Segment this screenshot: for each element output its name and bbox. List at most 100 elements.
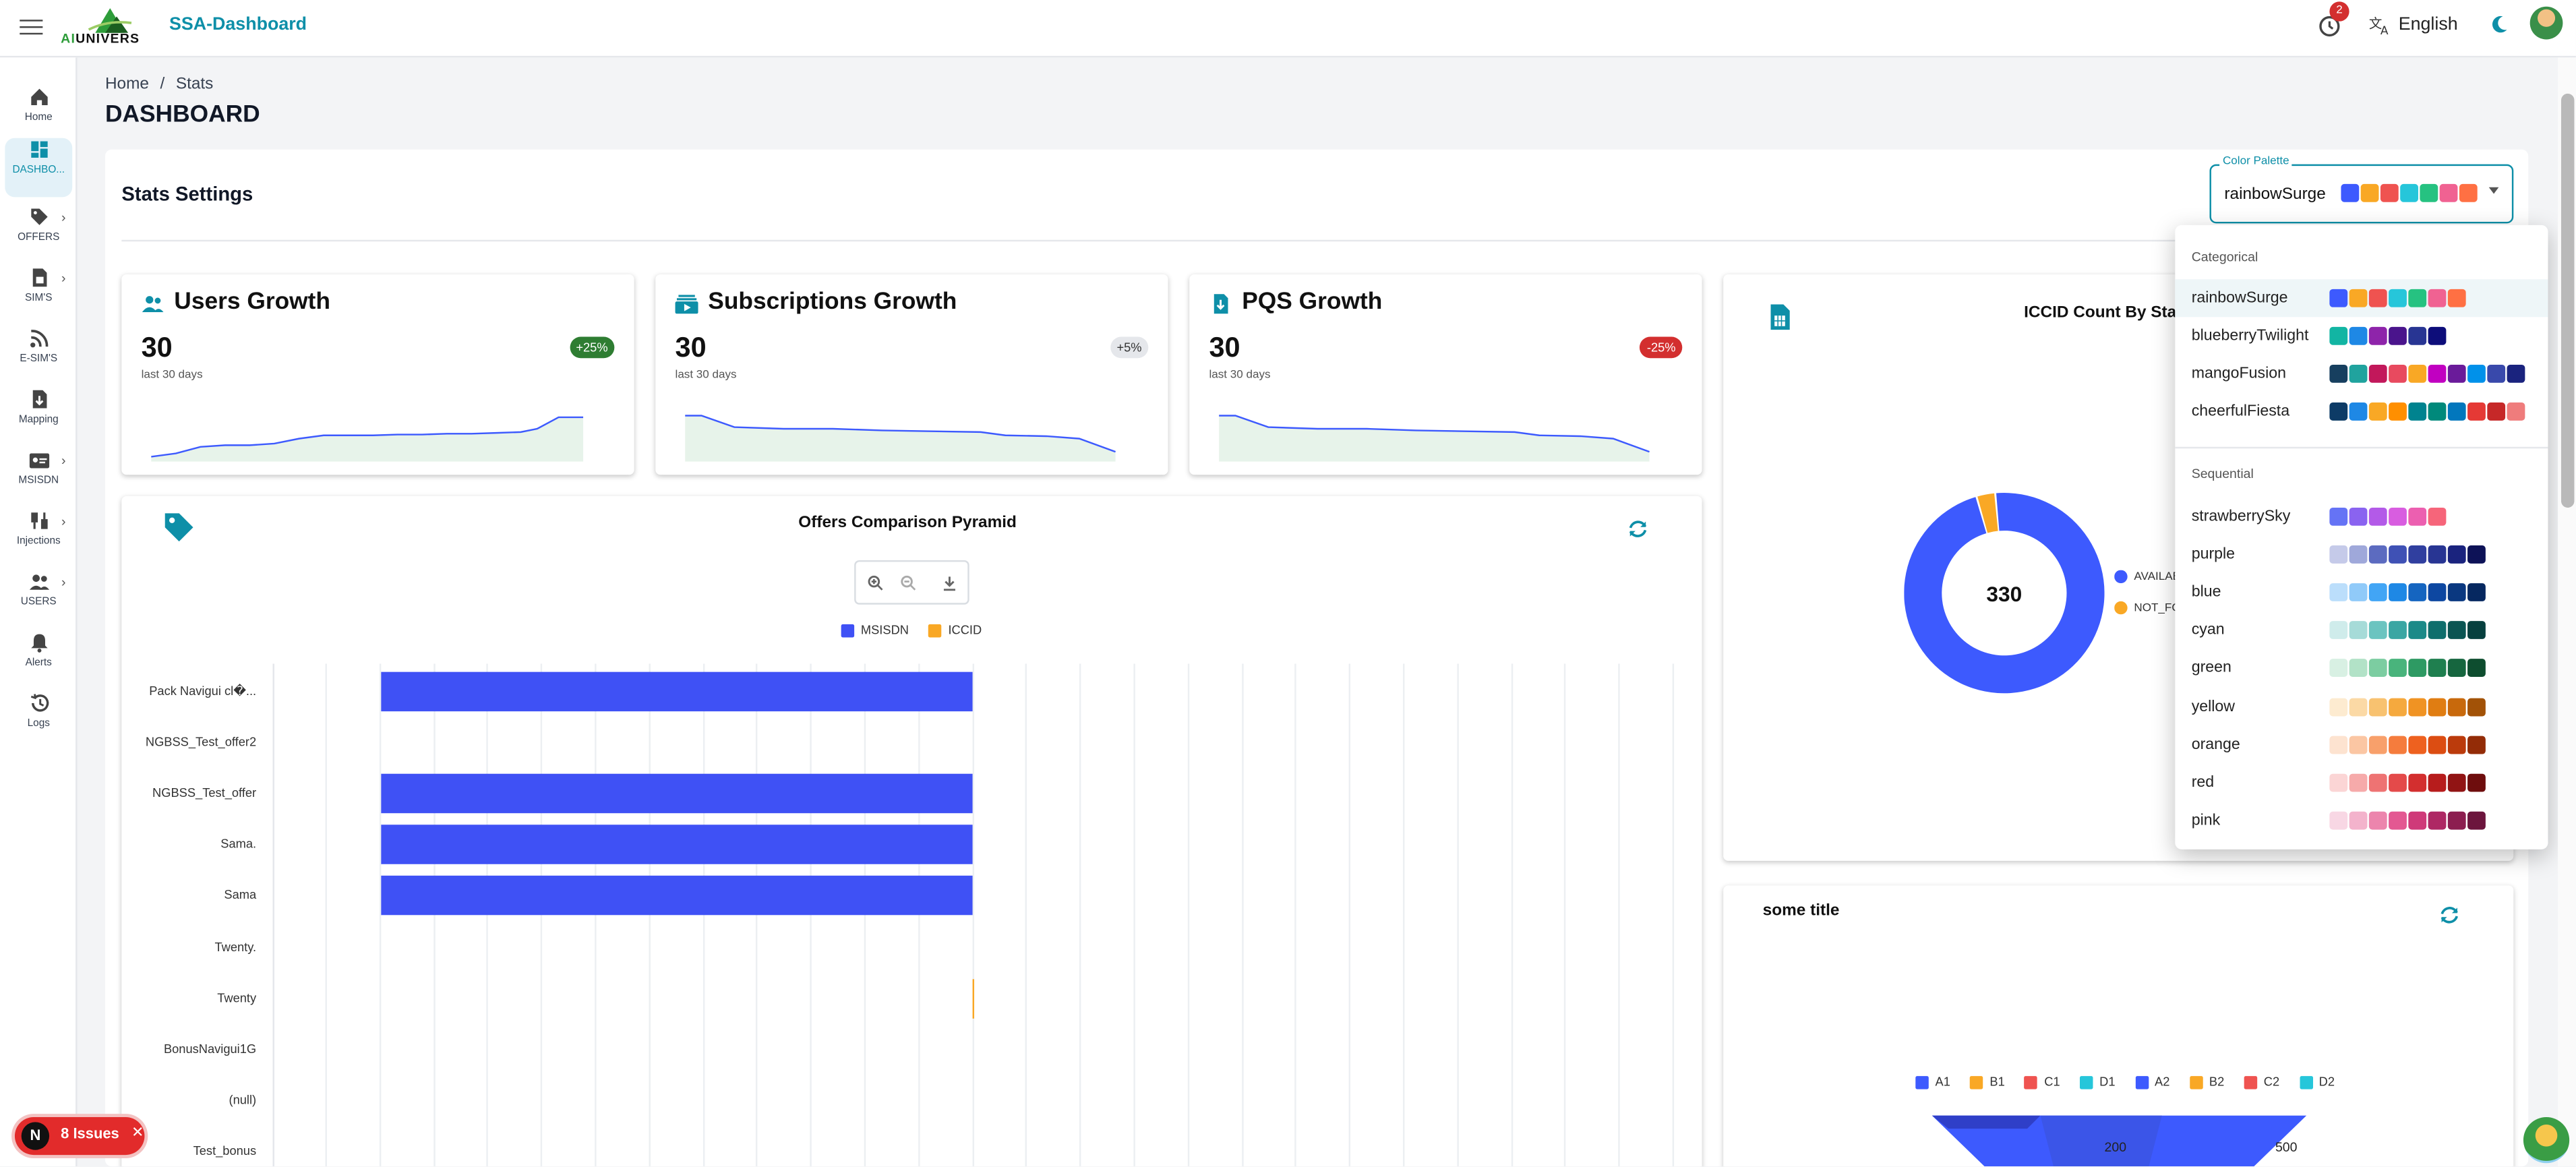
refresh-icon[interactable]: [2438, 903, 2461, 926]
dark-mode-icon[interactable]: [2487, 13, 2510, 36]
menu-toggle-icon[interactable]: [20, 15, 43, 38]
stat-period: last 30 days: [141, 369, 203, 382]
page-scrollbar[interactable]: [2560, 93, 2575, 508]
palette-option-cyan[interactable]: cyan: [2175, 611, 2548, 649]
caret-down-icon[interactable]: [2488, 187, 2499, 194]
color-swatch: [2368, 327, 2387, 345]
sidebar-item-injections[interactable]: › Injections: [0, 509, 78, 568]
sidebar-item-sims[interactable]: › SIM'S: [0, 266, 78, 326]
palette-option-mangoFusion[interactable]: mangoFusion: [2175, 355, 2548, 393]
sidebar-item-logs[interactable]: Logs: [0, 692, 78, 751]
color-swatch: [2408, 735, 2427, 754]
sidebar-item-dashboard[interactable]: DASHBO...: [5, 138, 73, 198]
palette-option-blueberryTwilight[interactable]: blueberryTwilight: [2175, 318, 2548, 355]
breadcrumb-current: Stats: [175, 76, 214, 94]
legend-label[interactable]: D2: [2319, 1075, 2335, 1089]
stat-title: Users Growth: [174, 289, 331, 316]
sidebar-item-label: Mapping: [18, 414, 59, 426]
palette-option-swatches: [2329, 365, 2525, 384]
color-swatch: [2349, 545, 2368, 564]
color-swatch: [2389, 735, 2407, 754]
legend-label[interactable]: D1: [2099, 1075, 2115, 1089]
breadcrumb-home-link[interactable]: Home: [105, 76, 149, 94]
legend-label[interactable]: A1: [1936, 1075, 1950, 1089]
color-swatch: [2408, 327, 2427, 345]
palette-option-purple[interactable]: purple: [2175, 536, 2548, 574]
palette-option-green[interactable]: green: [2175, 649, 2548, 687]
subscriptions-icon: [675, 295, 698, 314]
palette-option-yellow[interactable]: yellow: [2175, 688, 2548, 725]
app-title: SSA-Dashboard: [169, 14, 307, 35]
color-palette-value: rainbowSurge: [2224, 185, 2326, 204]
language-selector[interactable]: 文 A English: [2369, 13, 2458, 36]
legend-label[interactable]: ICCID: [948, 623, 982, 638]
stats-settings-title: Stats Settings: [121, 182, 253, 206]
color-swatch: [2408, 659, 2427, 678]
color-swatch: [2329, 659, 2348, 678]
msisdn-bar[interactable]: [381, 671, 973, 712]
color-swatch: [2507, 365, 2525, 384]
assistant-bubble[interactable]: [2523, 1117, 2570, 1164]
legend-label[interactable]: C2: [2264, 1075, 2279, 1089]
msisdn-bar[interactable]: [381, 876, 973, 916]
download-icon[interactable]: [941, 575, 957, 591]
color-swatch: [2408, 773, 2427, 791]
user-avatar[interactable]: [2529, 6, 2563, 40]
msisdn-bar[interactable]: [381, 774, 973, 814]
color-palette-swatches: [2341, 183, 2478, 202]
palette-option-label: blue: [2191, 583, 2221, 602]
zoom-out-icon[interactable]: [900, 575, 916, 591]
legend-label[interactable]: B1: [1989, 1075, 2004, 1089]
palette-option-strawberrySky[interactable]: strawberrySky: [2175, 498, 2548, 535]
color-swatch: [2447, 735, 2466, 754]
stat-period: last 30 days: [675, 369, 737, 382]
issues-indicator[interactable]: N 8 Issues ✕: [14, 1117, 145, 1156]
palette-option-label: cheerfulFiesta: [2191, 402, 2290, 421]
iccid-bar[interactable]: [972, 978, 975, 1018]
palette-option-red[interactable]: red: [2175, 763, 2548, 801]
color-swatch: [2467, 365, 2486, 384]
legend-label[interactable]: B2: [2209, 1075, 2224, 1089]
sidebar-item-offers[interactable]: › OFFERS: [0, 206, 78, 265]
palette-option-label: purple: [2191, 545, 2236, 564]
msisdn-bar[interactable]: [381, 825, 973, 865]
sidebar-item-users[interactable]: › USERS: [0, 570, 78, 630]
users-growth-sparkline: [151, 416, 584, 462]
donut-legend-item[interactable]: NOT_FOUND: [2114, 601, 2180, 615]
legend-label[interactable]: A2: [2155, 1075, 2169, 1089]
color-swatch: [2428, 811, 2447, 830]
color-swatch: [2447, 621, 2466, 640]
sidebar-item-esims[interactable]: E-SIM'S: [0, 327, 78, 386]
donut-legend-item[interactable]: AVAILABLE: [2114, 570, 2180, 584]
legend-label[interactable]: C1: [2044, 1075, 2060, 1089]
svg-text:A: A: [2380, 24, 2389, 36]
color-swatch: [2389, 659, 2407, 678]
next-logo-icon: N: [21, 1122, 50, 1150]
palette-option-blue[interactable]: blue: [2175, 574, 2548, 611]
legend-swatch: [1915, 1075, 1929, 1089]
color-swatch: [2408, 402, 2427, 421]
color-swatch: [2329, 327, 2348, 345]
legend-label[interactable]: MSISDN: [861, 623, 909, 638]
sidebar-item-msisdn[interactable]: › MSISDN: [0, 448, 78, 508]
palette-option-rainbowSurge[interactable]: rainbowSurge: [2175, 279, 2548, 318]
refresh-icon[interactable]: [1626, 518, 1649, 541]
funnel-label: 500: [2275, 1140, 2298, 1156]
color-swatch: [2428, 365, 2447, 384]
palette-option-cheerfulFiesta[interactable]: cheerfulFiesta: [2175, 393, 2548, 431]
palette-option-orange[interactable]: orange: [2175, 725, 2548, 763]
sidebar-item-alerts[interactable]: Alerts: [0, 631, 78, 690]
sidebar-item-home[interactable]: Home: [0, 86, 78, 145]
close-icon[interactable]: ✕: [131, 1124, 144, 1142]
palette-option-pink[interactable]: pink: [2175, 802, 2548, 839]
palette-option-swatches: [2329, 811, 2486, 830]
home-icon: [30, 88, 47, 105]
iccid-chart-title: ICCID Count By Status: [2024, 303, 2185, 322]
zoom-in-icon[interactable]: [868, 575, 884, 591]
legend-label: NOT_FOUND: [2134, 602, 2180, 614]
color-swatch: [2389, 697, 2407, 716]
users-growth-icon: [142, 296, 164, 312]
color-swatch: [2329, 545, 2348, 564]
grid-line: [1295, 663, 1297, 1167]
sidebar-item-mapping[interactable]: Mapping: [0, 388, 78, 447]
